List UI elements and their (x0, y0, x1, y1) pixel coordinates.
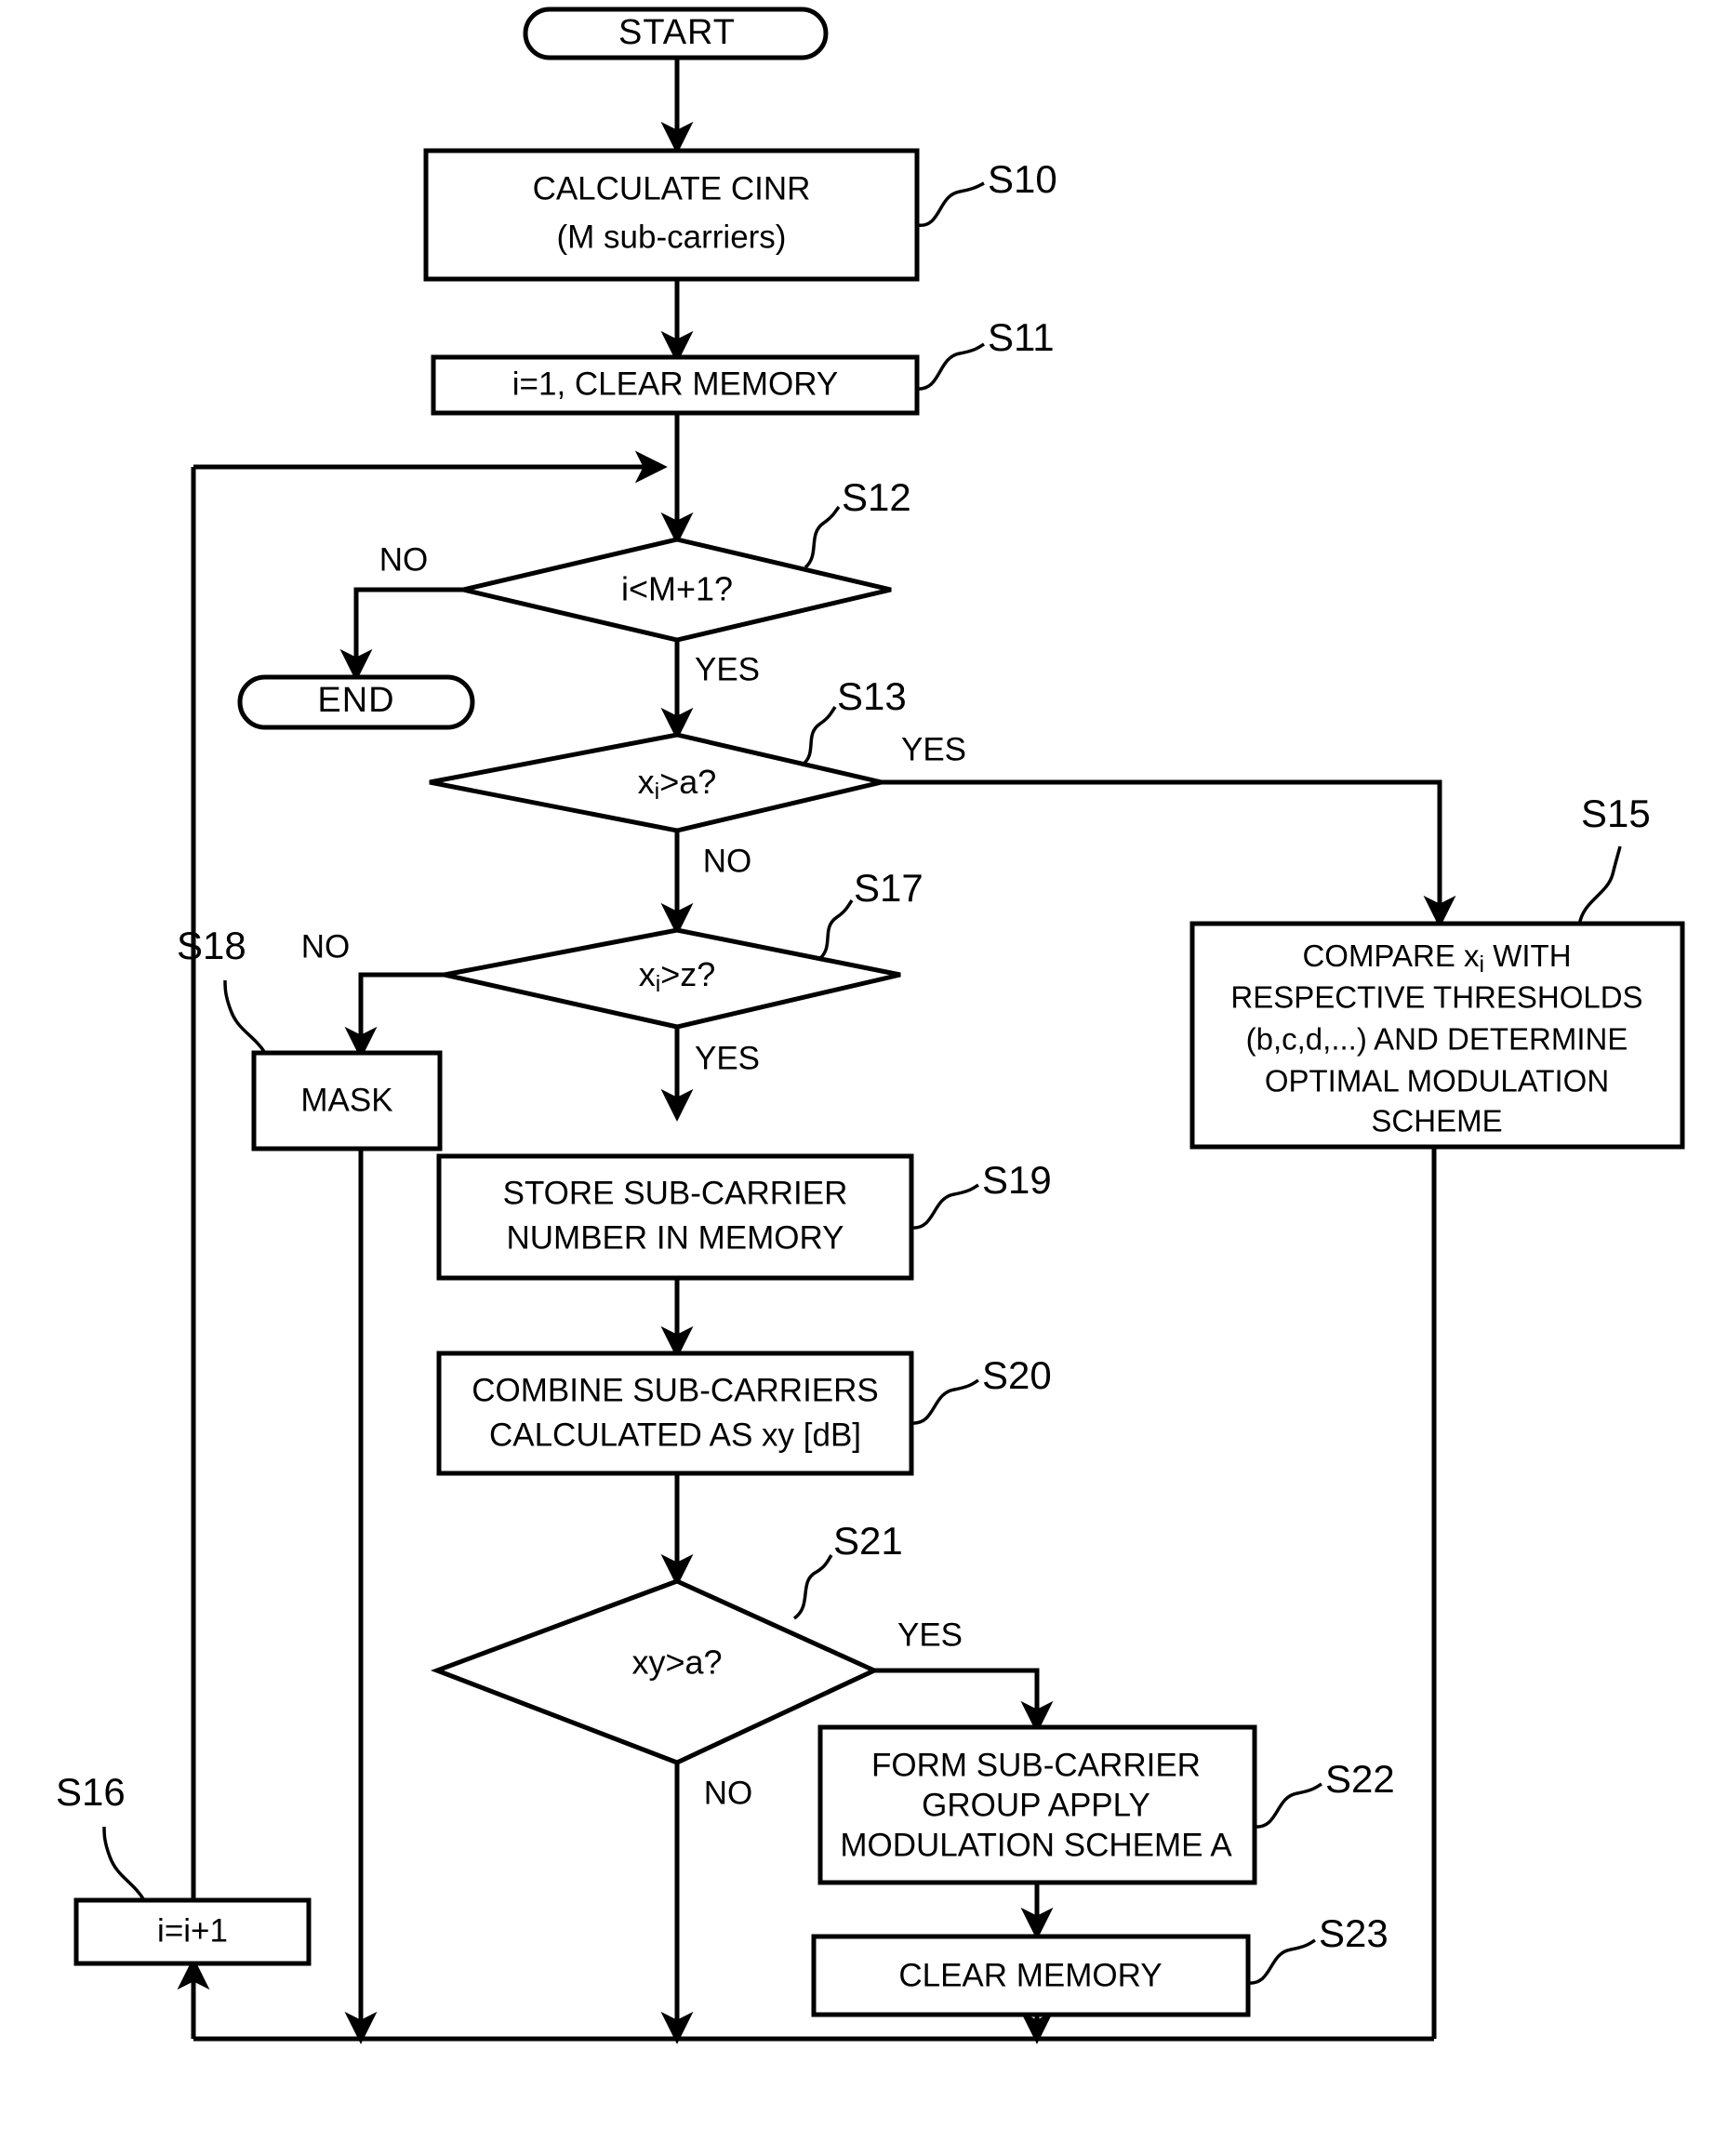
node-s13-cond-tail: >a? (659, 763, 716, 801)
node-s10-tag: S10 (988, 157, 1057, 201)
node-s12-yes-label: YES (695, 651, 760, 687)
node-s17-cond-main: x (639, 955, 656, 993)
node-s10-line2: (M sub-carriers) (557, 219, 787, 255)
connector-s21-yes-to-s22 (874, 1668, 1054, 1734)
node-s21-yes-label: YES (897, 1617, 963, 1653)
leader-s13 (800, 706, 837, 767)
node-s15-line1-b: WITH (1484, 938, 1571, 973)
node-s18-line1: MASK (300, 1082, 392, 1118)
leader-s18 (223, 979, 267, 1054)
node-s21-tag: S21 (833, 1519, 903, 1563)
node-s20-line1: COMBINE SUB-CARRIERS (472, 1372, 879, 1408)
node-s12-condition: i<M+1? (621, 570, 733, 608)
node-s19-line2: NUMBER IN MEMORY (507, 1219, 844, 1256)
node-s12-no-label: NO (379, 541, 429, 578)
node-s20-tag: S20 (982, 1353, 1052, 1397)
leader-s12 (804, 505, 841, 569)
node-s15-tag: S15 (1581, 792, 1651, 835)
leader-s20 (910, 1378, 979, 1425)
leader-s17 (817, 899, 854, 962)
node-s13-cond-main: x (638, 763, 655, 801)
node-s12-tag: S12 (842, 475, 911, 519)
node-s16-tag: S16 (56, 1770, 126, 1814)
leader-s23 (1247, 1938, 1316, 1985)
node-s17-no-label: NO (301, 928, 351, 965)
node-s23-line1: CLEAR MEMORY (898, 1957, 1162, 1993)
node-s17-yes-label: YES (695, 1040, 760, 1076)
node-s22-tag: S22 (1325, 1757, 1395, 1801)
leader-s16 (102, 1826, 146, 1901)
node-s21-no-label: NO (704, 1775, 753, 1811)
leader-s21 (792, 1554, 833, 1620)
node-s22-line1: FORM SUB-CARRIER (871, 1747, 1201, 1783)
node-s11-tag: S11 (988, 315, 1055, 359)
leader-s15 (1577, 845, 1622, 926)
leader-s10 (916, 181, 985, 227)
node-s17-cond-tail: >z? (660, 955, 715, 993)
node-s15-line1-a: COMPARE x (1302, 938, 1480, 973)
node-s18-tag: S18 (177, 924, 246, 967)
node-s11-line1: i=1, CLEAR MEMORY (512, 366, 838, 402)
node-s13-no-label: NO (703, 843, 752, 879)
start-label: START (618, 13, 736, 52)
node-s13-condition: xi>a? (638, 763, 717, 805)
node-s13-tag: S13 (837, 674, 907, 718)
leader-s19 (910, 1183, 979, 1230)
node-s23-tag: S23 (1319, 1911, 1388, 1955)
flowchart-canvas: START CALCULATE CINR (M sub-carriers) S1… (56, 7, 1685, 2044)
node-s19-tag: S19 (982, 1158, 1052, 1202)
node-s15-line1: COMPARE xi WITH (1302, 938, 1571, 978)
leader-s22 (1254, 1782, 1322, 1829)
node-s10-line1: CALCULATE CINR (533, 170, 811, 206)
node-s22-line2: GROUP APPLY (922, 1787, 1150, 1823)
node-s15-line2: RESPECTIVE THRESHOLDS (1230, 980, 1642, 1015)
node-s19-line1: STORE SUB-CARRIER (503, 1175, 848, 1211)
node-s17-tag: S17 (854, 866, 923, 910)
flowchart-page: START CALCULATE CINR (M sub-carriers) S1… (0, 0, 1714, 2156)
node-s15-line3: (b,c,d,...) AND DETERMINE (1246, 1022, 1628, 1057)
node-s20-line2: CALCULATED AS xy [dB] (489, 1417, 861, 1453)
node-s15-line4: OPTIMAL MODULATION (1265, 1064, 1609, 1098)
leader-s11 (916, 342, 985, 391)
node-s22-line3: MODULATION SCHEME A (840, 1827, 1232, 1863)
node-s16-line1: i=i+1 (157, 1912, 228, 1949)
end-label: END (317, 681, 394, 720)
node-s17-condition: xi>z? (639, 955, 716, 997)
connector-s13-yes-to-s15 (882, 779, 1456, 928)
node-s15-line5: SCHEME (1371, 1104, 1502, 1138)
node-s13-yes-label: YES (901, 731, 966, 767)
node-s21-condition: xy>a? (631, 1644, 722, 1682)
